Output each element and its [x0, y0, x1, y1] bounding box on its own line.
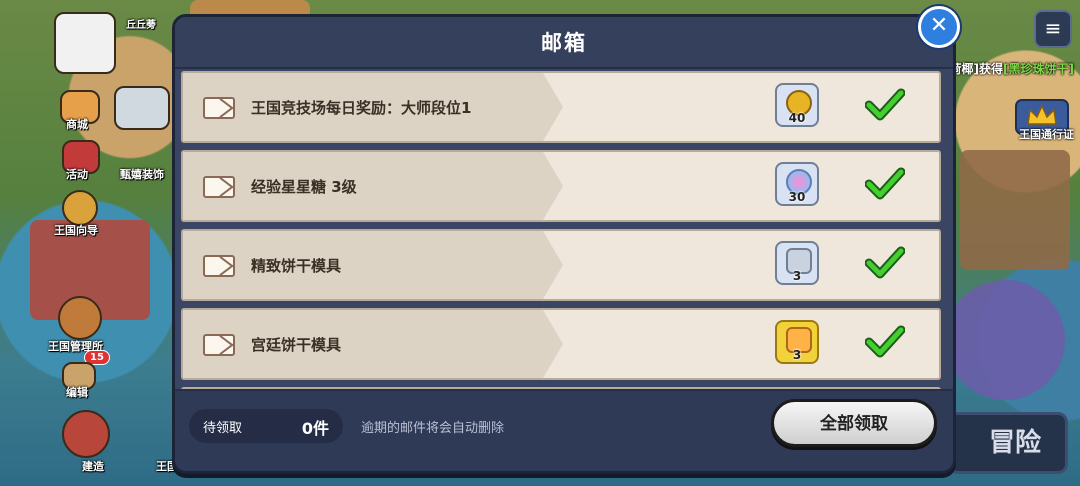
expire-note: 逾期的邮件将会自动删除 [361, 421, 505, 436]
decor-label: 甄嬉装饰 [120, 168, 164, 181]
kingdom-pass-label: 王国通行证 [1019, 128, 1074, 141]
notice-item: [黑珍珠饼干] [1003, 62, 1074, 76]
pending-value: 0件 [301, 419, 329, 438]
reward-count: 3 [792, 348, 802, 362]
reward-count: 40 [788, 111, 806, 125]
mail-title: 王国竞技场每日奖励：大师段位1 [251, 99, 472, 117]
event-label: 活动 [66, 168, 88, 181]
mail-list[interactable]: 王国竞技场每日奖励：大师段位1 40 经验星星糖 3级 30 精致饼干模具 3 … [181, 71, 947, 401]
hamburger-menu-icon[interactable]: ≡ [1034, 10, 1072, 48]
mailbox-dialog: 邮箱 王国竞技场每日奖励：大师段位1 40 经验星星糖 3级 30 精致饼干模具… [172, 14, 956, 474]
compass-icon[interactable] [62, 190, 98, 226]
reward-item[interactable]: 40 [775, 83, 819, 127]
mailbox-title: 邮箱 [541, 31, 587, 55]
build-icon[interactable] [62, 410, 110, 458]
check-icon [865, 88, 905, 121]
check-icon [865, 246, 905, 279]
manager-icon[interactable] [58, 296, 102, 340]
mail-item[interactable]: 精致饼干模具 3 [181, 229, 941, 301]
envelope-icon [203, 176, 235, 198]
mail-title: 宫廷饼干模具 [251, 336, 342, 354]
check-icon [865, 325, 905, 358]
close-icon[interactable]: ✕ [918, 6, 960, 48]
envelope-icon [203, 334, 235, 356]
build-label: 建造 [82, 460, 104, 473]
mailbox-footer: 待领取 0件 逾期的邮件将会自动删除 全部领取 [175, 389, 953, 471]
shop-label: 商城 [66, 118, 88, 131]
player-avatar[interactable] [54, 12, 116, 74]
mail-item[interactable]: 宫廷饼干模具 3 [181, 308, 941, 380]
claim-all-button[interactable]: 全部领取 [771, 399, 937, 447]
player-name: 丘丘蒡 [126, 20, 156, 31]
reward-count: 30 [788, 190, 806, 204]
envelope-icon [203, 97, 235, 119]
edit-label: 编辑 [66, 386, 88, 399]
guide-label: 王国向导 [54, 224, 98, 237]
mail-title: 精致饼干模具 [251, 257, 342, 275]
reward-item[interactable]: 3 [775, 320, 819, 364]
mailbox-header: 邮箱 [175, 17, 953, 69]
decor-icon[interactable] [114, 86, 170, 130]
adventure-button[interactable]: 冒险 [948, 412, 1068, 474]
mail-item[interactable]: 经验星星糖 3级 30 [181, 150, 941, 222]
pending-counter: 待领取 0件 [189, 409, 343, 443]
mail-title: 经验星星糖 3级 [251, 178, 357, 196]
reward-item[interactable]: 30 [775, 162, 819, 206]
reward-item[interactable]: 3 [775, 241, 819, 285]
left-hud: 丘丘蒡 商城 活动 甄嬉装饰 王国向导 王国管理所 15 编辑 建造 王国 [0, 0, 178, 486]
reward-count: 3 [792, 269, 802, 283]
check-icon [865, 167, 905, 200]
envelope-icon [203, 255, 235, 277]
mail-item[interactable]: 王国竞技场每日奖励：大师段位1 40 [181, 71, 941, 143]
pending-label: 待领取 [203, 421, 243, 436]
